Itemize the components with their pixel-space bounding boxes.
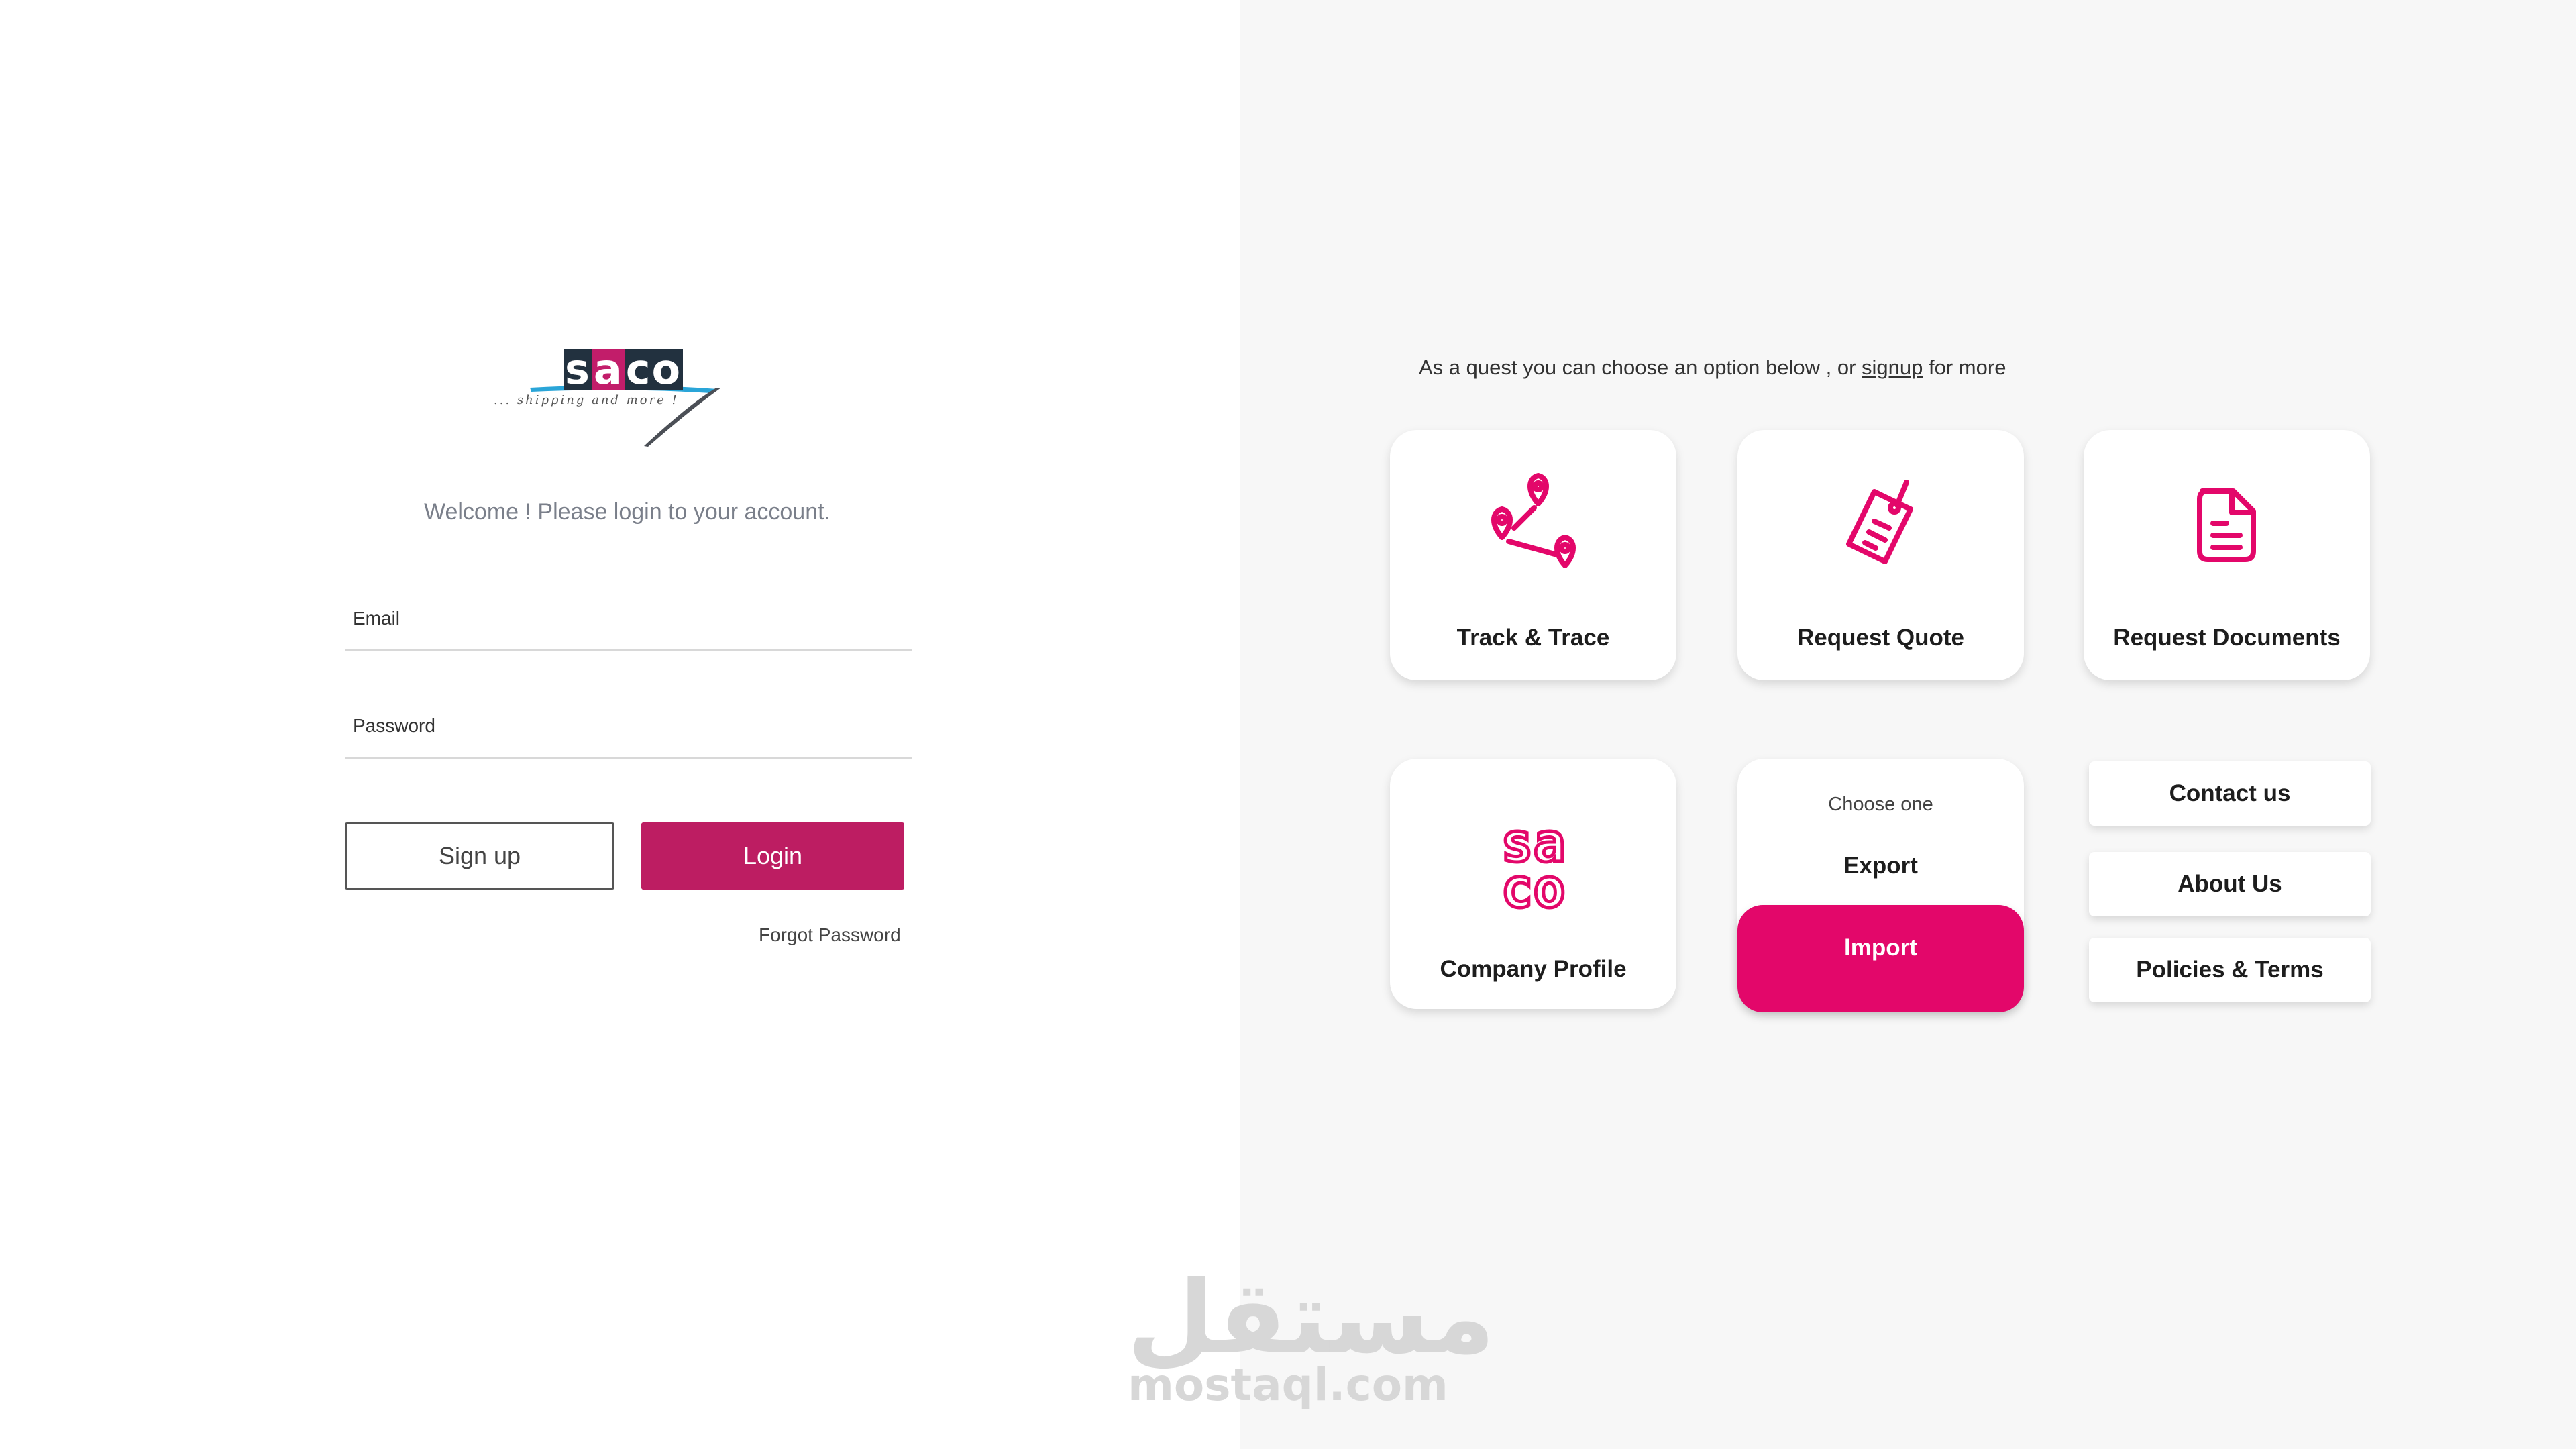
watermark-arabic: مستقل xyxy=(1127,1260,1495,1377)
forgot-password-link[interactable]: Forgot Password xyxy=(759,924,901,946)
choose-one-label: Choose one xyxy=(1828,794,1933,815)
welcome-text: Welcome ! Please login to your account. xyxy=(423,499,831,525)
email-field[interactable]: Email xyxy=(345,590,912,651)
logo-word: saco xyxy=(564,345,684,394)
guest-intro-prefix: As a quest you can choose an option belo… xyxy=(1419,356,1862,379)
route-pins-icon xyxy=(1491,473,1576,568)
watermark-latin: mostaql.com xyxy=(1128,1359,1448,1411)
track-trace-title: Track & Trace xyxy=(1456,625,1610,651)
request-documents-title: Request Documents xyxy=(2113,625,2341,651)
document-icon xyxy=(2197,488,2256,562)
mostaql-watermark: مستقل mostaql.com xyxy=(1127,1260,1495,1411)
password-field[interactable]: Password xyxy=(345,698,912,759)
price-tag-icon xyxy=(1846,480,1913,564)
export-option[interactable]: Export xyxy=(1737,853,2024,879)
saco-logo: saco ... shipping and more ! xyxy=(490,349,724,449)
request-quote-title: Request Quote xyxy=(1797,625,1964,651)
saco-icon-bottom: co xyxy=(1499,857,1567,920)
signup-button[interactable]: Sign up xyxy=(345,822,614,890)
password-label: Password xyxy=(353,715,435,736)
company-profile-card[interactable]: sa co Company Profile xyxy=(1390,759,1676,1009)
policies-terms-button[interactable]: Policies & Terms xyxy=(2089,938,2371,1002)
track-trace-card[interactable]: Track & Trace xyxy=(1390,430,1676,680)
saco-icon: sa co xyxy=(1390,814,1676,920)
email-label: Email xyxy=(353,608,400,629)
signup-link[interactable]: signup xyxy=(1862,356,1923,379)
about-us-button[interactable]: About Us xyxy=(2089,852,2371,916)
import-button[interactable]: Import xyxy=(1737,905,2024,1012)
login-button[interactable]: Login xyxy=(641,822,904,890)
guest-panel xyxy=(1240,0,2576,1449)
guest-intro-suffix: for more xyxy=(1923,356,2006,379)
guest-intro: As a quest you can choose an option belo… xyxy=(1419,356,2006,380)
login-panel: saco ... shipping and more ! Welcome ! P… xyxy=(0,0,1240,1449)
request-quote-card[interactable]: Request Quote xyxy=(1737,430,2024,680)
company-profile-title: Company Profile xyxy=(1440,956,1627,982)
request-documents-card[interactable]: Request Documents xyxy=(2084,430,2370,680)
logo-tagline: ... shipping and more ! xyxy=(494,393,679,407)
contact-us-button[interactable]: Contact us xyxy=(2089,761,2371,826)
